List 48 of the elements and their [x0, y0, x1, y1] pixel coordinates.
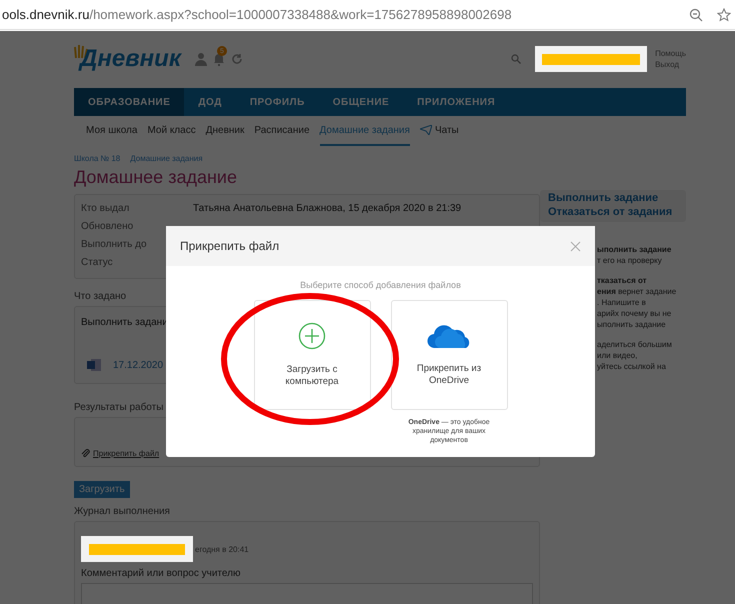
site-logo[interactable]: Дневник — [80, 45, 181, 73]
file-link[interactable]: 17.12.2020 — [113, 360, 164, 370]
help-text: . Напишите в — [597, 297, 647, 308]
help-text: т его на проверку — [597, 255, 663, 266]
url-path[interactable]: /homework.aspx?school=1000007338488&work=1756278958898002698 — [89, 7, 512, 22]
nav-tab[interactable]: ОБЩЕНИЕ — [318, 88, 404, 116]
url-domain[interactable]: ools.dnevnik.ru — [2, 7, 90, 22]
action-link[interactable]: Выполнить задание — [548, 192, 678, 204]
entry-time: егодня в 20:41 — [195, 544, 249, 554]
help-text: арийх почему вы не — [597, 308, 672, 319]
page-title: Домашнее задание — [74, 167, 238, 188]
task-text: Выполнить задани — [81, 317, 169, 328]
dialog-title: Прикрепить файл — [180, 239, 280, 253]
nav-tab[interactable]: ПРОФИЛЬ — [236, 88, 319, 116]
action-link[interactable]: Отказаться от задания — [548, 206, 678, 218]
help-text: тказаться от — [597, 275, 648, 286]
upload-option[interactable]: Загрузить с компьютера — [254, 300, 370, 410]
help-text: или видео, — [597, 350, 638, 361]
subnav-tab[interactable]: Мой класс — [147, 116, 196, 146]
help-text: уйтесь ссылкой на — [597, 361, 667, 372]
attach-file-link[interactable]: Прикрепить файл — [81, 449, 533, 458]
breadcrumb-link[interactable]: Школа № 18 — [74, 154, 120, 163]
section-heading: Журнал выполнения — [74, 506, 170, 517]
nav-tab[interactable]: ОБРАЗОВАНИЕ — [74, 88, 184, 116]
header-link[interactable]: Помощь — [655, 48, 686, 59]
nav-tab[interactable]: ДОД — [184, 88, 236, 116]
subnav-tab[interactable]: Расписание — [254, 116, 310, 146]
help-text: ыполнить задание — [597, 319, 667, 330]
nav-tab[interactable]: ПРИЛОЖЕНИЯ — [403, 88, 510, 116]
help-text: аделиться большим — [597, 339, 673, 350]
subnav-tab[interactable]: Моя школа — [86, 116, 138, 146]
info-label: Обновлено — [81, 220, 134, 232]
info-label: Статус — [81, 256, 114, 268]
section-heading: Что задано — [74, 291, 126, 302]
subnav-tab[interactable]: Дневник — [206, 116, 244, 146]
dialog-subtitle: Выберите способ добавления файлов — [300, 280, 461, 290]
upload-option[interactable]: Прикрепить из OneDrive — [390, 300, 508, 410]
info-label: Кто выдал — [81, 202, 130, 214]
comment-label: Комментарий или вопрос учителю — [81, 568, 242, 579]
subnav-tab[interactable]: Чаты — [420, 116, 459, 146]
subnav-tab[interactable]: Домашние задания — [320, 116, 410, 146]
help-text: ыполнить задание — [597, 244, 672, 255]
help-text: ения вернет задание — [597, 286, 678, 297]
breadcrumb-link[interactable]: Домашние задания — [130, 154, 203, 163]
info-value: Татьяна Анатольевна Блажнова, 15 декабря 2020 в 21:39 — [193, 202, 462, 214]
header-link[interactable]: Выход — [655, 59, 686, 70]
section-heading: Результаты работы — [74, 402, 164, 413]
upload-button[interactable]: Загрузить — [74, 481, 130, 498]
